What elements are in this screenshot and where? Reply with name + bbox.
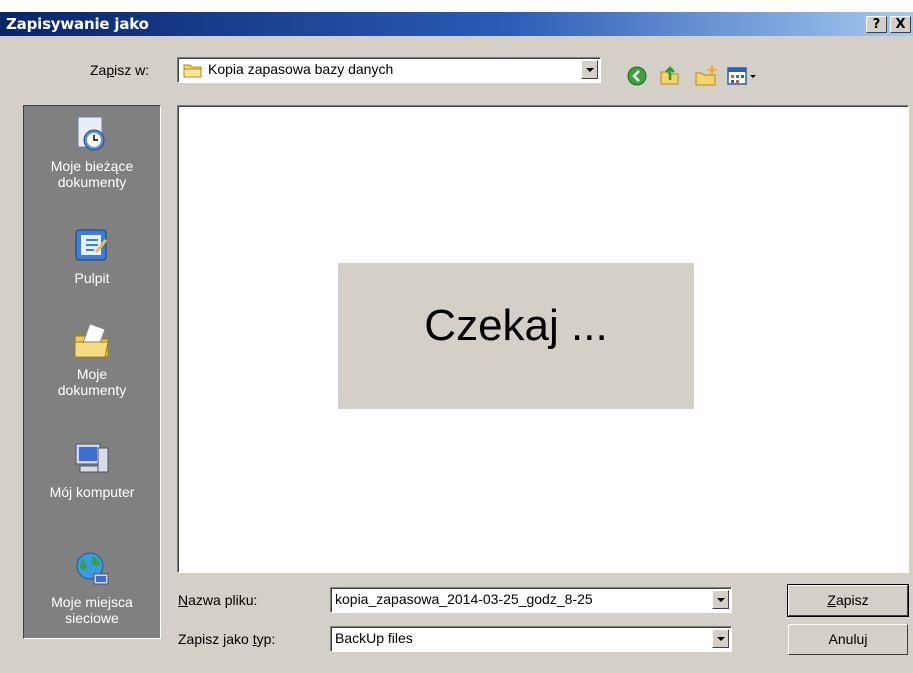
title-bar: Zapisywanie jako ? X (0, 12, 913, 36)
save-in-dropdown-arrow[interactable] (581, 60, 598, 79)
desktop-icon (75, 229, 108, 261)
loading-message: Czekaj ... (338, 263, 694, 409)
filetype-combo[interactable]: BackUp files (330, 626, 732, 652)
filetype-value: BackUp files (335, 630, 413, 646)
place-desktop[interactable]: Pulpit (24, 226, 160, 286)
place-my-computer[interactable]: Mój komputer (24, 440, 160, 500)
up-folder-icon[interactable] (658, 64, 682, 88)
loading-text: Czekaj ... (424, 301, 608, 350)
filetype-label: Zapisz jako typ: (178, 631, 276, 647)
filename-combo[interactable]: kopia_zapasowa_2014-03-25_godz_8-25 (330, 587, 732, 613)
my-computer-icon (75, 443, 109, 473)
back-icon[interactable] (625, 64, 649, 88)
file-list-pane[interactable]: Czekaj ... (177, 105, 909, 573)
save-as-dialog: Zapisywanie jako ? X Zapisz w: Kopia zap… (0, 12, 913, 673)
current-folder-text: Kopia zapasowa bazy danych (208, 61, 394, 77)
recent-documents-icon (77, 116, 105, 151)
help-button[interactable]: ? (866, 16, 887, 33)
places-bar: Moje bieżące dokumenty Pulpit Moje dokum… (23, 105, 161, 639)
place-recent-documents[interactable]: Moje bieżące dokumenty (24, 114, 160, 190)
cancel-button[interactable]: Anuluj (788, 624, 908, 655)
folder-icon (183, 64, 202, 78)
view-menu-icon[interactable] (726, 64, 762, 88)
new-folder-icon[interactable] (694, 64, 718, 88)
network-places-icon (76, 552, 109, 585)
filetype-dropdown-arrow[interactable] (712, 629, 729, 648)
save-button[interactable]: Zapisz (787, 584, 909, 617)
close-button[interactable]: X (890, 16, 911, 33)
place-network-places[interactable]: Moje miejsca sieciowe (24, 550, 160, 626)
place-my-documents[interactable]: Moje dokumenty (24, 322, 160, 398)
save-in-combo[interactable]: Kopia zapasowa bazy danych (177, 57, 601, 83)
filename-label: Nazwa pliku: (178, 592, 258, 608)
save-in-label: Zapisz w: (90, 62, 150, 78)
filename-input[interactable]: kopia_zapasowa_2014-03-25_godz_8-25 (335, 591, 593, 607)
window-title: Zapisywanie jako (6, 15, 149, 33)
my-documents-icon (74, 323, 109, 358)
filename-dropdown-arrow[interactable] (712, 590, 729, 609)
